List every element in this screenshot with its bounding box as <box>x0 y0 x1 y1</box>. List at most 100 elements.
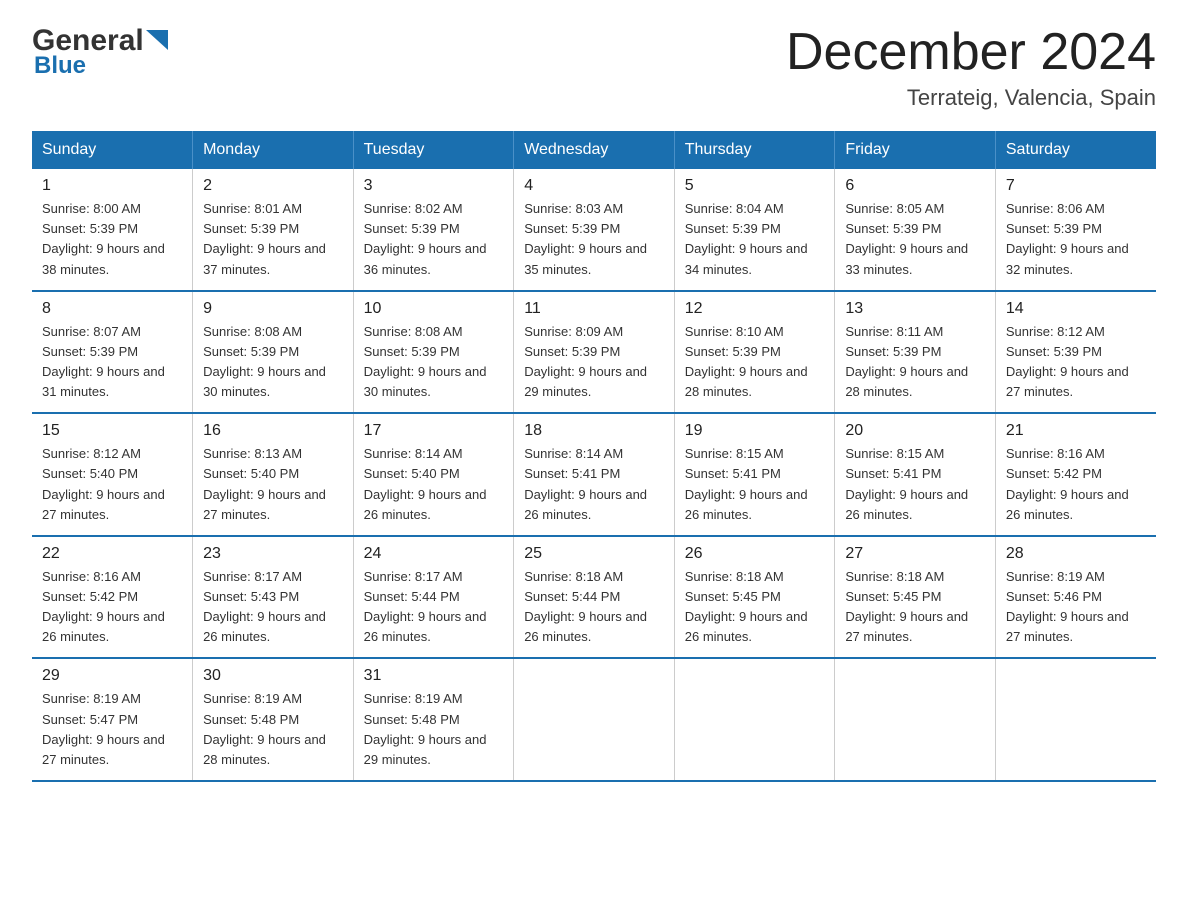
day-info: Sunrise: 8:02 AMSunset: 5:39 PMDaylight:… <box>364 199 504 280</box>
day-cell: 31 Sunrise: 8:19 AMSunset: 5:48 PMDayligh… <box>353 658 514 781</box>
day-info: Sunrise: 8:18 AMSunset: 5:45 PMDaylight:… <box>685 567 825 648</box>
day-number: 31 <box>364 667 504 685</box>
day-cell <box>674 658 835 781</box>
day-number: 11 <box>524 300 664 318</box>
day-number: 28 <box>1006 545 1146 563</box>
day-info: Sunrise: 8:12 AMSunset: 5:40 PMDaylight:… <box>42 444 182 525</box>
day-info: Sunrise: 8:19 AMSunset: 5:48 PMDaylight:… <box>203 689 343 770</box>
day-info: Sunrise: 8:17 AMSunset: 5:44 PMDaylight:… <box>364 567 504 648</box>
day-cell: 27 Sunrise: 8:18 AMSunset: 5:45 PMDayligh… <box>835 536 996 659</box>
day-info: Sunrise: 8:13 AMSunset: 5:40 PMDaylight:… <box>203 444 343 525</box>
day-number: 3 <box>364 177 504 195</box>
day-info: Sunrise: 8:15 AMSunset: 5:41 PMDaylight:… <box>845 444 985 525</box>
day-number: 5 <box>685 177 825 195</box>
header-cell-sunday: Sunday <box>32 131 193 169</box>
day-cell: 26Sunrise: 8:18 AMSunset: 5:45 PMDayligh… <box>674 536 835 659</box>
day-cell: 14Sunrise: 8:12 AMSunset: 5:39 PMDayligh… <box>995 291 1156 414</box>
calendar-subtitle: Terrateig, Valencia, Spain <box>786 85 1156 111</box>
day-info: Sunrise: 8:16 AMSunset: 5:42 PMDaylight:… <box>1006 444 1146 525</box>
week-row-1: 1 Sunrise: 8:00 AMSunset: 5:39 PMDaylight… <box>32 169 1156 291</box>
day-number: 30 <box>203 667 343 685</box>
day-number: 22 <box>42 545 182 563</box>
week-row-3: 15 Sunrise: 8:12 AMSunset: 5:40 PMDayligh… <box>32 413 1156 536</box>
day-number: 8 <box>42 300 182 318</box>
day-number: 12 <box>685 300 825 318</box>
day-number: 25 <box>524 545 664 563</box>
day-cell: 7 Sunrise: 8:06 AMSunset: 5:39 PMDaylight… <box>995 169 1156 291</box>
day-info: Sunrise: 8:16 AMSunset: 5:42 PMDaylight:… <box>42 567 182 648</box>
day-info: Sunrise: 8:07 AMSunset: 5:39 PMDaylight:… <box>42 322 182 403</box>
day-number: 29 <box>42 667 182 685</box>
day-cell: 12 Sunrise: 8:10 AMSunset: 5:39 PMDayligh… <box>674 291 835 414</box>
day-cell <box>514 658 675 781</box>
day-cell: 10 Sunrise: 8:08 AMSunset: 5:39 PMDayligh… <box>353 291 514 414</box>
day-info: Sunrise: 8:06 AMSunset: 5:39 PMDaylight:… <box>1006 199 1146 280</box>
day-cell: 4Sunrise: 8:03 AMSunset: 5:39 PMDaylight… <box>514 169 675 291</box>
week-row-4: 22 Sunrise: 8:16 AMSunset: 5:42 PMDayligh… <box>32 536 1156 659</box>
day-cell: 29 Sunrise: 8:19 AMSunset: 5:47 PMDayligh… <box>32 658 193 781</box>
day-info: Sunrise: 8:14 AMSunset: 5:41 PMDaylight:… <box>524 444 664 525</box>
day-cell: 2 Sunrise: 8:01 AMSunset: 5:39 PMDaylight… <box>193 169 354 291</box>
day-number: 16 <box>203 422 343 440</box>
logo: General Blue <box>32 24 168 80</box>
day-number: 6 <box>845 177 985 195</box>
day-cell: 24 Sunrise: 8:17 AMSunset: 5:44 PMDayligh… <box>353 536 514 659</box>
day-info: Sunrise: 8:19 AMSunset: 5:47 PMDaylight:… <box>42 689 182 770</box>
calendar-body: 1 Sunrise: 8:00 AMSunset: 5:39 PMDaylight… <box>32 169 1156 781</box>
day-cell: 13 Sunrise: 8:11 AMSunset: 5:39 PMDayligh… <box>835 291 996 414</box>
day-cell: 17 Sunrise: 8:14 AMSunset: 5:40 PMDayligh… <box>353 413 514 536</box>
day-number: 7 <box>1006 177 1146 195</box>
day-number: 20 <box>845 422 985 440</box>
day-cell: 20 Sunrise: 8:15 AMSunset: 5:41 PMDayligh… <box>835 413 996 536</box>
day-cell: 18Sunrise: 8:14 AMSunset: 5:41 PMDayligh… <box>514 413 675 536</box>
day-number: 24 <box>364 545 504 563</box>
day-info: Sunrise: 8:18 AMSunset: 5:45 PMDaylight:… <box>845 567 985 648</box>
header-cell-thursday: Thursday <box>674 131 835 169</box>
day-info: Sunrise: 8:19 AMSunset: 5:48 PMDaylight:… <box>364 689 504 770</box>
day-number: 15 <box>42 422 182 440</box>
day-cell: 28 Sunrise: 8:19 AMSunset: 5:46 PMDayligh… <box>995 536 1156 659</box>
day-info: Sunrise: 8:18 AMSunset: 5:44 PMDaylight:… <box>524 567 664 648</box>
day-cell: 8 Sunrise: 8:07 AMSunset: 5:39 PMDaylight… <box>32 291 193 414</box>
day-cell: 30 Sunrise: 8:19 AMSunset: 5:48 PMDayligh… <box>193 658 354 781</box>
week-row-2: 8 Sunrise: 8:07 AMSunset: 5:39 PMDaylight… <box>32 291 1156 414</box>
logo-arrow-icon <box>146 30 168 50</box>
day-info: Sunrise: 8:15 AMSunset: 5:41 PMDaylight:… <box>685 444 825 525</box>
calendar-title: December 2024 <box>786 24 1156 81</box>
day-number: 2 <box>203 177 343 195</box>
day-number: 13 <box>845 300 985 318</box>
day-cell: 25 Sunrise: 8:18 AMSunset: 5:44 PMDayligh… <box>514 536 675 659</box>
day-number: 1 <box>42 177 182 195</box>
title-block: December 2024 Terrateig, Valencia, Spain <box>786 24 1156 111</box>
day-cell: 11 Sunrise: 8:09 AMSunset: 5:39 PMDayligh… <box>514 291 675 414</box>
day-cell: 9Sunrise: 8:08 AMSunset: 5:39 PMDaylight… <box>193 291 354 414</box>
header-cell-saturday: Saturday <box>995 131 1156 169</box>
day-info: Sunrise: 8:05 AMSunset: 5:39 PMDaylight:… <box>845 199 985 280</box>
day-cell: 5Sunrise: 8:04 AMSunset: 5:39 PMDaylight… <box>674 169 835 291</box>
day-cell <box>995 658 1156 781</box>
day-info: Sunrise: 8:11 AMSunset: 5:39 PMDaylight:… <box>845 322 985 403</box>
day-number: 23 <box>203 545 343 563</box>
day-cell: 1 Sunrise: 8:00 AMSunset: 5:39 PMDaylight… <box>32 169 193 291</box>
day-info: Sunrise: 8:01 AMSunset: 5:39 PMDaylight:… <box>203 199 343 280</box>
day-cell: 22 Sunrise: 8:16 AMSunset: 5:42 PMDayligh… <box>32 536 193 659</box>
day-info: Sunrise: 8:10 AMSunset: 5:39 PMDaylight:… <box>685 322 825 403</box>
day-info: Sunrise: 8:19 AMSunset: 5:46 PMDaylight:… <box>1006 567 1146 648</box>
calendar-header: SundayMondayTuesdayWednesdayThursdayFrid… <box>32 131 1156 169</box>
day-number: 9 <box>203 300 343 318</box>
page-header: General Blue December 2024 Terrateig, Va… <box>32 24 1156 111</box>
header-row: SundayMondayTuesdayWednesdayThursdayFrid… <box>32 131 1156 169</box>
day-number: 17 <box>364 422 504 440</box>
day-number: 10 <box>364 300 504 318</box>
day-info: Sunrise: 8:00 AMSunset: 5:39 PMDaylight:… <box>42 199 182 280</box>
day-info: Sunrise: 8:08 AMSunset: 5:39 PMDaylight:… <box>364 322 504 403</box>
day-info: Sunrise: 8:03 AMSunset: 5:39 PMDaylight:… <box>524 199 664 280</box>
header-cell-friday: Friday <box>835 131 996 169</box>
day-info: Sunrise: 8:14 AMSunset: 5:40 PMDaylight:… <box>364 444 504 525</box>
day-info: Sunrise: 8:09 AMSunset: 5:39 PMDaylight:… <box>524 322 664 403</box>
day-number: 27 <box>845 545 985 563</box>
header-cell-monday: Monday <box>193 131 354 169</box>
day-cell: 19 Sunrise: 8:15 AMSunset: 5:41 PMDayligh… <box>674 413 835 536</box>
day-number: 19 <box>685 422 825 440</box>
day-cell: 21Sunrise: 8:16 AMSunset: 5:42 PMDayligh… <box>995 413 1156 536</box>
